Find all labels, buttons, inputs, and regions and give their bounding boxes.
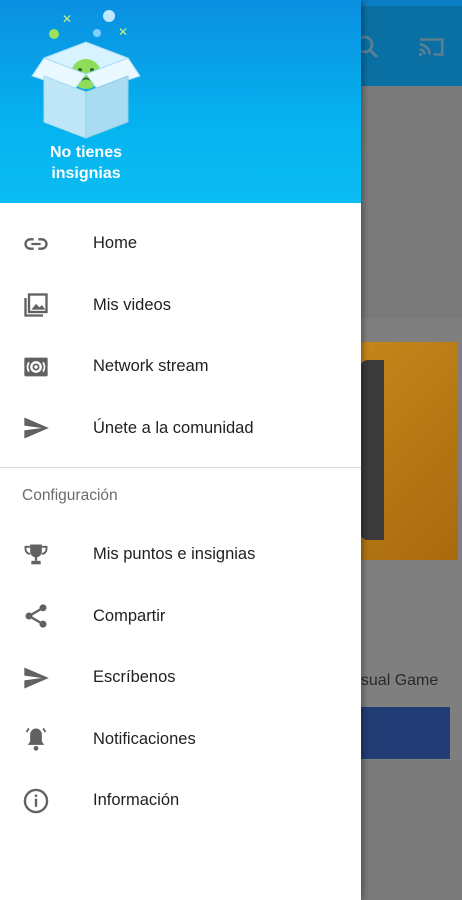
menu-item-label: Escríbenos: [93, 668, 176, 687]
empty-badge-box-icon: ✕ ✕: [31, 10, 141, 139]
background-card-button: [356, 707, 450, 759]
stream-icon: [22, 353, 50, 381]
menu-item-label: Mis puntos e insignias: [93, 545, 256, 564]
menu-item-label: Únete a la comunidad: [93, 418, 254, 437]
background-phone-graphic: [360, 360, 384, 540]
menu-item-label: Mis videos: [93, 295, 171, 314]
menu-item-network-stream[interactable]: Network stream: [0, 336, 361, 398]
section-title-settings: Configuración: [22, 487, 118, 504]
menu-item-label: Compartir: [93, 606, 166, 625]
menu-item-join-community[interactable]: Únete a la comunidad: [0, 398, 361, 460]
trophy-icon: [22, 541, 50, 569]
drawer-header: ✕ ✕ No tienes insignias: [0, 0, 361, 203]
menu-item-label: Network stream: [93, 357, 209, 376]
svg-text:✕: ✕: [118, 25, 128, 39]
link-icon: [22, 230, 50, 258]
menu-item-label: Información: [93, 791, 180, 810]
no-badges-label: No tienes insignias: [49, 144, 122, 182]
menu-item-label: Home: [93, 234, 138, 253]
info-icon: [22, 787, 50, 815]
menu-item-my-videos[interactable]: Mis videos: [0, 275, 361, 337]
drawer-menu: Home Mis videos Network stream Únete a l…: [0, 213, 361, 832]
background-card-caption: asual Game: [352, 672, 439, 689]
bell-ringing-icon: [22, 725, 50, 753]
cast-icon[interactable]: [416, 32, 446, 62]
menu-item-notifications[interactable]: Notificaciones: [0, 709, 361, 771]
menu-item-points-badges[interactable]: Mis puntos e insignias: [0, 524, 361, 586]
share-icon: [22, 602, 50, 630]
menu-item-share[interactable]: Compartir: [0, 586, 361, 648]
menu-item-home[interactable]: Home: [0, 213, 361, 275]
menu-item-label: Notificaciones: [93, 729, 196, 748]
send-icon: [22, 664, 50, 692]
menu-item-write-us[interactable]: Escríbenos: [0, 647, 361, 709]
svg-text:✕: ✕: [62, 12, 72, 26]
send-icon: [22, 414, 50, 442]
navigation-drawer: ✕ ✕ No tienes insignias Home Mis videos …: [0, 0, 361, 900]
menu-item-information[interactable]: Información: [0, 770, 361, 832]
photo-library-icon: [22, 291, 50, 319]
